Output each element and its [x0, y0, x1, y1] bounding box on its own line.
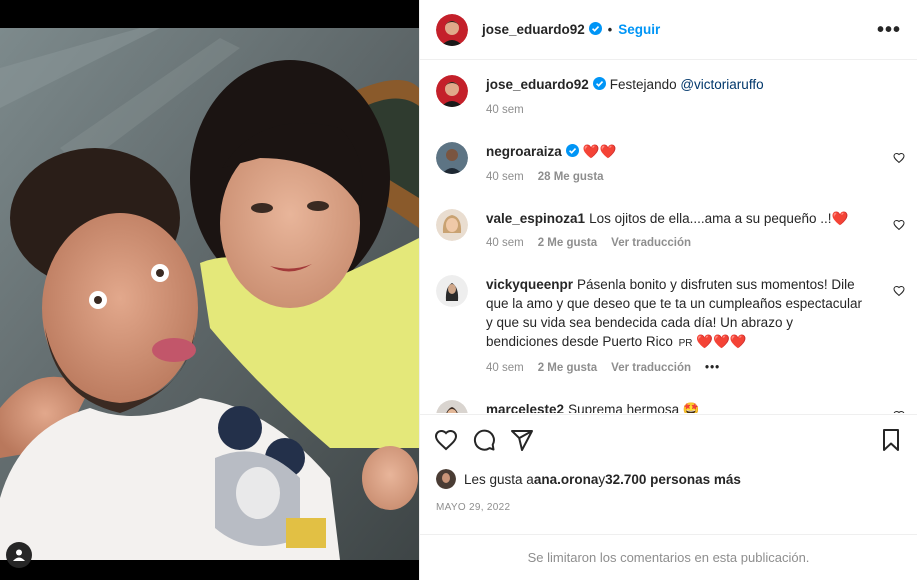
selfie-photo: [0, 28, 419, 560]
comment-username[interactable]: marceleste2: [486, 402, 564, 413]
post-media: [0, 0, 419, 580]
action-icons: [420, 415, 917, 467]
save-bookmark-icon[interactable]: [879, 428, 903, 455]
comment-emoji: ❤️❤️❤️: [696, 333, 747, 349]
author-username[interactable]: jose_eduardo92: [482, 22, 585, 37]
comment-avatar[interactable]: [436, 274, 468, 307]
comment-text: Suprema hermosa: [568, 401, 680, 413]
comment-meta: 40 sem 2 Me gusta Ver traducción •••: [486, 359, 865, 378]
verified-badge-icon: [588, 21, 602, 38]
comment-text: Los ojitos de ella....ama a su pequeño .…: [589, 210, 832, 226]
likes-summary: Les gusta a ana.orona y 32.700 personas …: [420, 467, 917, 491]
profile-photo-icon: [436, 141, 468, 174]
post-photo[interactable]: [0, 28, 419, 560]
comments-list[interactable]: jose_eduardo92 Festejando @victoriaruffo …: [420, 61, 917, 413]
like-comment-heart-icon[interactable]: [893, 152, 905, 167]
follow-button[interactable]: Seguir: [618, 22, 660, 37]
caption-time[interactable]: 40 sem: [486, 101, 524, 120]
comment-body: vale_espinoza1 Los ojitos de ella....ama …: [486, 209, 901, 253]
profile-photo-icon: [436, 469, 456, 489]
comment-bubble-icon[interactable]: [472, 428, 496, 455]
comment-time[interactable]: 40 sem: [486, 359, 524, 378]
profile-photo-icon: [436, 208, 468, 241]
share-paper-plane-icon[interactable]: [510, 428, 534, 455]
like-comment-heart-icon[interactable]: [893, 410, 905, 413]
caption-avatar[interactable]: [436, 75, 468, 107]
caption: jose_eduardo92 Festejando @victoriaruffo …: [420, 75, 917, 120]
comment-avatar[interactable]: [436, 208, 468, 241]
see-translation-button[interactable]: Ver traducción: [611, 359, 691, 378]
likes-prefix: Les gusta a: [464, 471, 534, 487]
post-header: jose_eduardo92 • Seguir •••: [420, 0, 917, 60]
comments-disabled-notice: Se limitaron los comentarios en esta pub…: [420, 534, 917, 580]
comment-username[interactable]: vickyqueenpr: [486, 277, 573, 292]
like-comment-heart-icon[interactable]: [893, 219, 905, 234]
comment-item: negroaraiza ❤️❤️ 40 sem 28 Me gusta: [420, 141, 917, 187]
like-heart-icon[interactable]: [434, 428, 458, 455]
caption-username[interactable]: jose_eduardo92: [486, 77, 589, 92]
comment-item: vale_espinoza1 Los ojitos de ella....ama …: [420, 208, 917, 253]
caption-mention[interactable]: @victoriaruffo: [680, 77, 763, 92]
comment-meta: 40 sem 28 Me gusta: [486, 168, 865, 187]
comment-likes[interactable]: 2 Me gusta: [538, 234, 597, 253]
comment-meta: 40 sem 2 Me gusta Ver traducción: [486, 234, 865, 253]
caption-body: jose_eduardo92 Festejando @victoriaruffo …: [486, 75, 901, 120]
instagram-post: jose_eduardo92 • Seguir ••• jose_eduardo…: [0, 0, 917, 580]
profile-photo-icon: [436, 75, 468, 107]
comment-username[interactable]: negroaraiza: [486, 144, 562, 159]
person-icon: [13, 549, 25, 561]
liker-avatar[interactable]: [436, 469, 456, 489]
post-side-panel: jose_eduardo92 • Seguir ••• jose_eduardo…: [419, 0, 917, 580]
profile-photo-icon: [436, 13, 468, 46]
like-comment-heart-icon[interactable]: [893, 285, 905, 300]
comment-more-options[interactable]: •••: [705, 359, 720, 378]
comment-body: negroaraiza ❤️❤️ 40 sem 28 Me gusta: [486, 142, 901, 187]
caption-meta: 40 sem: [486, 101, 865, 120]
comment-avatar[interactable]: [436, 141, 468, 174]
profile-photo-icon: [436, 399, 468, 413]
comment-body: marceleste2 Suprema hermosa 🤩: [486, 400, 901, 413]
post-actions: Les gusta a ana.orona y 32.700 personas …: [420, 414, 917, 513]
comment-item: vickyqueenpr Pásenla bonito y disfruten s…: [420, 274, 917, 378]
comment-emoji: 🤩: [682, 401, 700, 413]
comment-avatar[interactable]: [436, 399, 468, 413]
verified-badge-icon: [565, 143, 579, 162]
verified-badge-icon: [592, 76, 606, 95]
comment-item: marceleste2 Suprema hermosa 🤩: [420, 399, 917, 413]
comment-emoji: ❤️❤️: [582, 143, 617, 159]
liker-username[interactable]: ana.orona: [534, 472, 599, 487]
comment-time[interactable]: 40 sem: [486, 168, 524, 187]
likes-count[interactable]: 32.700 personas más: [605, 472, 741, 487]
author-avatar[interactable]: [436, 13, 468, 46]
caption-text: Festejando: [609, 77, 681, 92]
tagged-users-button[interactable]: [6, 542, 32, 568]
profile-photo-icon: [436, 274, 468, 307]
comment-username[interactable]: vale_espinoza1: [486, 211, 585, 226]
comment-likes[interactable]: 28 Me gusta: [538, 168, 604, 187]
more-options-button[interactable]: •••: [877, 20, 901, 40]
comment-time[interactable]: 40 sem: [486, 234, 524, 253]
comment-likes[interactable]: 2 Me gusta: [538, 359, 597, 378]
separator-dot: •: [607, 22, 613, 37]
comment-body: vickyqueenpr Pásenla bonito y disfruten s…: [486, 275, 901, 378]
likes-middle: y: [598, 471, 606, 487]
comment-emoji: ❤️: [831, 210, 849, 226]
see-translation-button[interactable]: Ver traducción: [611, 234, 691, 253]
post-date[interactable]: MAYO 29, 2022: [420, 491, 917, 513]
flag-pr: PR: [678, 337, 693, 349]
